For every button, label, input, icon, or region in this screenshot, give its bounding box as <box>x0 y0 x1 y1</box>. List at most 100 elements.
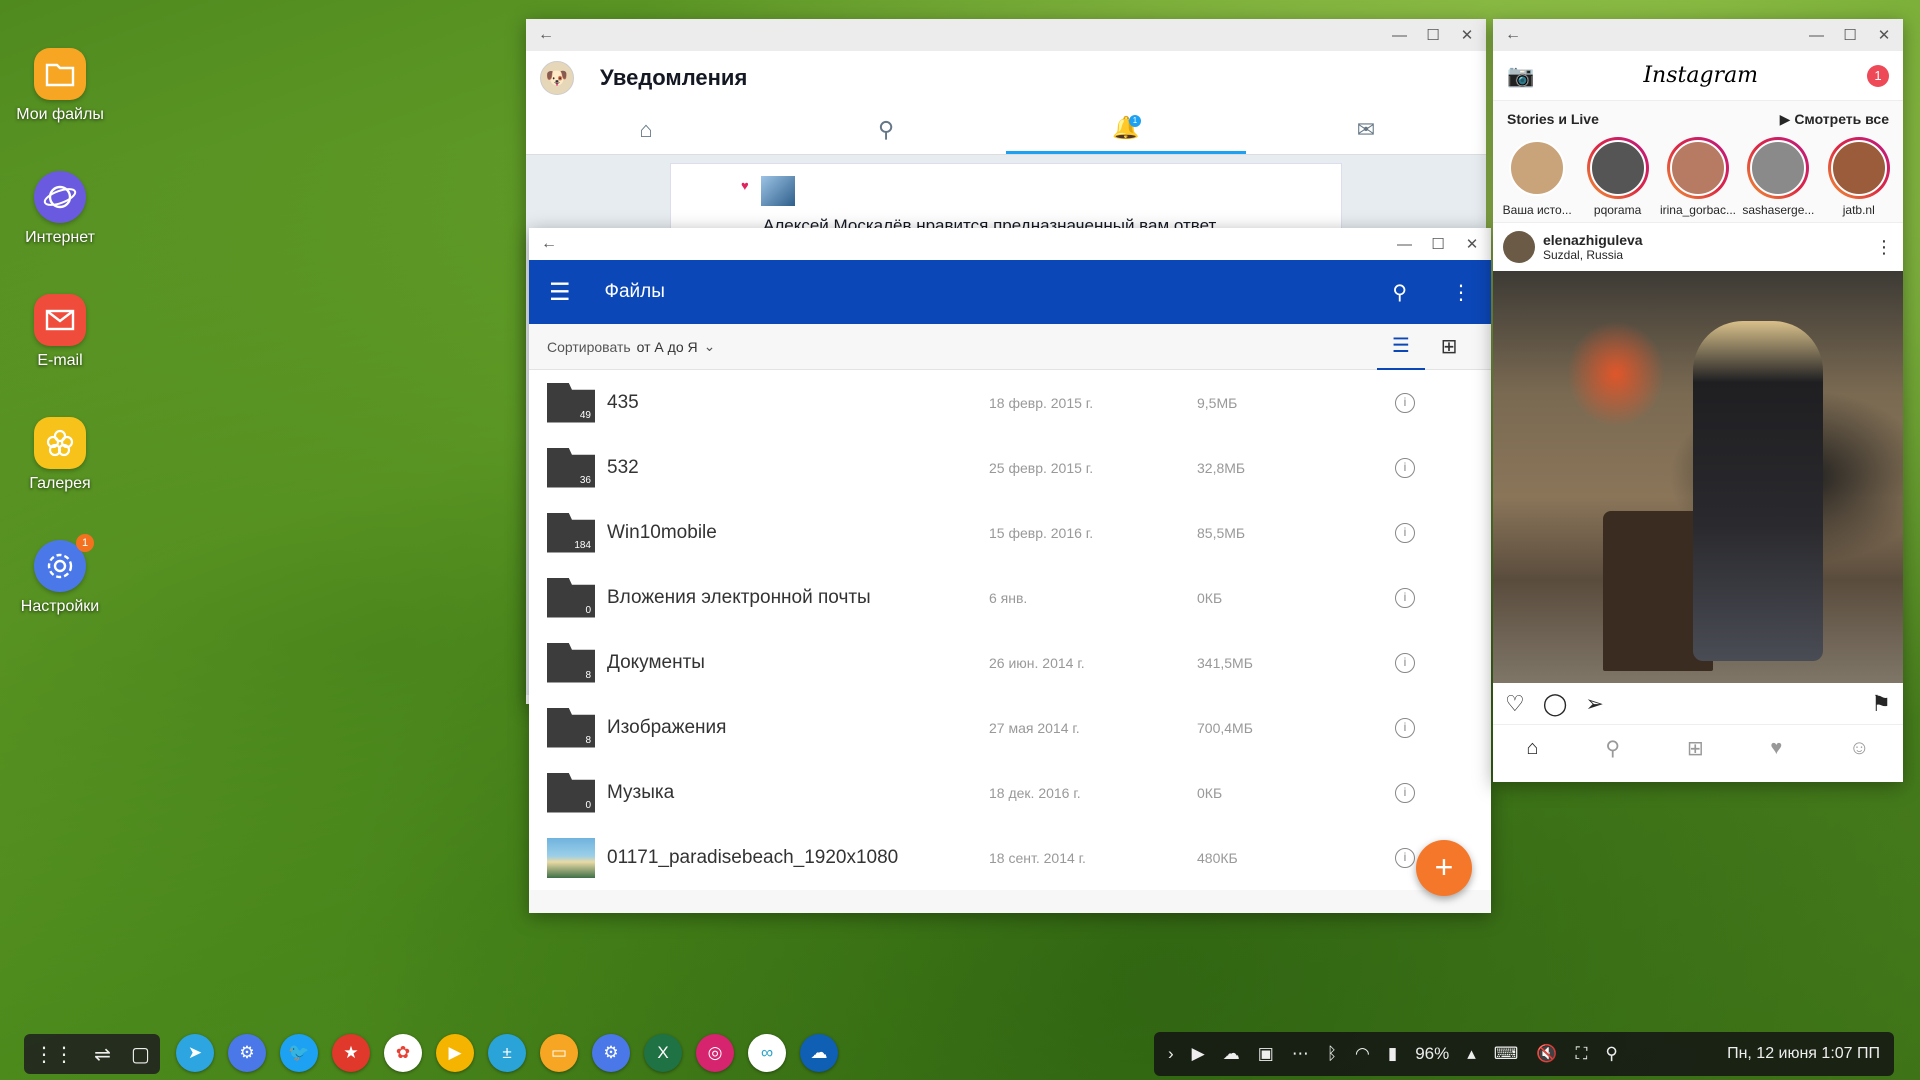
mute-icon[interactable]: 🔇 <box>1536 1044 1557 1064</box>
chevron-right-icon[interactable]: › <box>1168 1044 1174 1064</box>
chevron-down-icon[interactable]: ⌄ <box>704 338 716 355</box>
info-icon[interactable]: i <box>1395 522 1415 543</box>
desktop-icon-label: Мои файлы <box>16 106 104 123</box>
sort-dropdown[interactable]: от А до Я <box>637 339 698 355</box>
info-icon[interactable]: i <box>1395 587 1415 608</box>
more-vert-icon[interactable]: ⋮ <box>1451 280 1471 305</box>
file-row[interactable]: 01171_paradisebeach_1920x1080 18 сент. 20… <box>529 825 1491 890</box>
info-icon[interactable]: i <box>1395 652 1415 673</box>
twitter-icon[interactable]: 🐦 <box>280 1034 318 1072</box>
more-horiz-icon[interactable]: ⋯ <box>1292 1044 1309 1064</box>
back-arrow-icon[interactable]: ← <box>538 26 554 44</box>
add-post-icon[interactable]: ⊞ <box>1687 736 1704 761</box>
camera-icon[interactable]: 📷 <box>1507 63 1534 89</box>
back-arrow-icon[interactable]: ← <box>1505 26 1521 44</box>
close-icon[interactable]: ✕ <box>1460 26 1474 44</box>
hamburger-menu-icon[interactable]: ☰ <box>549 278 571 307</box>
screenshot-icon[interactable]: ⛶ <box>1576 1044 1588 1064</box>
heart-icon[interactable]: ♡ <box>1505 691 1525 717</box>
minimize-icon[interactable]: — <box>1397 236 1412 253</box>
grid-view-icon[interactable]: ⊞ <box>1425 324 1473 370</box>
desktop-icon-email[interactable]: E-mail <box>8 294 112 370</box>
close-icon[interactable]: ✕ <box>1465 235 1479 253</box>
post-username[interactable]: elenazhiguleva <box>1543 232 1643 248</box>
list-view-icon[interactable]: ☰ <box>1377 324 1425 370</box>
wifi-icon[interactable]: ◠ <box>1355 1044 1370 1064</box>
clock[interactable]: Пн, 12 июня 1:07 ПП <box>1727 1045 1880 1063</box>
recent-apps-icon[interactable]: ⇌ <box>94 1042 111 1067</box>
home-square-icon[interactable]: ▢ <box>131 1042 150 1067</box>
info-icon[interactable]: i <box>1395 717 1415 738</box>
file-row[interactable]: 0 Вложения электронной почты 6 янв. 0КБ i <box>529 565 1491 630</box>
bookmark-icon[interactable]: ⚑ <box>1871 691 1891 717</box>
file-row[interactable]: 8 Изображения 27 мая 2014 г. 700,4МБ i <box>529 695 1491 760</box>
heart-icon[interactable]: ♥ <box>1770 737 1782 760</box>
image-icon[interactable]: ▣ <box>1258 1044 1274 1064</box>
search-icon[interactable]: ⚲ <box>1605 736 1620 761</box>
instagram-icon[interactable]: ◎ <box>696 1034 734 1072</box>
post-photo[interactable] <box>1493 271 1903 683</box>
file-row[interactable]: 0 Музыка 18 дек. 2016 г. 0КБ i <box>529 760 1491 825</box>
desktop-icon-internet[interactable]: Интернет <box>8 171 112 247</box>
add-fab-button[interactable]: + <box>1416 840 1472 896</box>
avatar[interactable]: 🐶 <box>540 61 574 95</box>
info-icon[interactable]: i <box>1395 782 1415 803</box>
search-icon[interactable]: ⚲ <box>1605 1044 1617 1064</box>
folder-icon: 0 <box>547 772 595 813</box>
send-icon[interactable]: ➢ <box>1585 691 1603 717</box>
info-icon[interactable]: i <box>1395 847 1415 868</box>
photos-icon[interactable]: ✿ <box>384 1034 422 1072</box>
story-item[interactable]: pqorama <box>1579 137 1657 222</box>
profile-icon[interactable]: ☺ <box>1849 737 1869 760</box>
search-icon[interactable]: ⚲ <box>1392 280 1407 305</box>
info-icon[interactable]: i <box>1395 392 1415 413</box>
settings-icon[interactable]: ⚙ <box>592 1034 630 1072</box>
desktop-icon-gallery[interactable]: Галерея <box>8 417 112 493</box>
tab-messages[interactable]: ✉ <box>1246 105 1486 154</box>
minimize-icon[interactable]: — <box>1392 27 1407 44</box>
info-icon[interactable]: i <box>1395 457 1415 478</box>
infinity-icon[interactable]: ∞ <box>748 1034 786 1072</box>
post-location[interactable]: Suzdal, Russia <box>1543 248 1643 262</box>
telegram-icon[interactable]: ➤ <box>176 1034 214 1072</box>
story-item[interactable]: sashaserge... <box>1739 137 1817 222</box>
file-row[interactable]: 184 Win10mobile 15 февр. 2016 г. 85,5МБ i <box>529 500 1491 565</box>
back-arrow-icon[interactable]: ← <box>541 235 557 253</box>
minimize-icon[interactable]: — <box>1809 27 1824 44</box>
cloud-icon[interactable]: ☁ <box>1223 1044 1240 1064</box>
file-row[interactable]: 36 532 25 февр. 2015 г. 32,8МБ i <box>529 435 1491 500</box>
tab-home[interactable]: ⌂ <box>526 105 766 154</box>
notification-badge[interactable]: 1 <box>1867 64 1889 87</box>
folder-icon[interactable]: ▭ <box>540 1034 578 1072</box>
story-item[interactable]: jatb.nl <box>1820 137 1898 222</box>
apps-grid-icon[interactable]: ⋮⋮ <box>34 1042 74 1067</box>
comment-icon[interactable]: ◯ <box>1543 691 1568 717</box>
desktop-icon-settings[interactable]: 1 Настройки <box>8 534 112 616</box>
file-row[interactable]: 49 435 18 февр. 2015 г. 9,5МБ i <box>529 370 1491 435</box>
excel-icon[interactable]: X <box>644 1034 682 1072</box>
tab-notifications[interactable]: 🔔 1 <box>1006 105 1246 154</box>
tab-search[interactable]: ⚲ <box>766 105 1006 154</box>
story-item[interactable]: Ваша исто... <box>1498 137 1576 222</box>
settings-gear-icon[interactable]: ⚙ <box>228 1034 266 1072</box>
file-date: 27 мая 2014 г. <box>989 719 1080 736</box>
avatar[interactable] <box>1503 231 1535 263</box>
home-icon[interactable]: ⌂ <box>1526 737 1538 760</box>
close-icon[interactable]: ✕ <box>1877 26 1891 44</box>
desktop-icon-my-files[interactable]: Мои файлы <box>8 48 112 124</box>
file-row[interactable]: 8 Документы 26 июн. 2014 г. 341,5МБ i <box>529 630 1491 695</box>
story-item[interactable]: irina_gorbac... <box>1659 137 1737 222</box>
onedrive-icon[interactable]: ☁ <box>800 1034 838 1072</box>
more-vert-icon[interactable]: ⋮ <box>1875 237 1893 258</box>
watch-all-link[interactable]: ▶ Смотреть все <box>1780 111 1889 128</box>
play-icon[interactable]: ▶ <box>1192 1044 1205 1064</box>
calculator-icon[interactable]: ± <box>488 1034 526 1072</box>
maximize-icon[interactable]: ☐ <box>1843 26 1857 44</box>
chevron-up-icon[interactable]: ▴ <box>1467 1044 1476 1064</box>
play-music-icon[interactable]: ▶ <box>436 1034 474 1072</box>
maximize-icon[interactable]: ☐ <box>1431 235 1445 253</box>
maximize-icon[interactable]: ☐ <box>1426 26 1440 44</box>
keyboard-icon[interactable]: ⌨ <box>1494 1044 1519 1064</box>
wunderlist-icon[interactable]: ★ <box>332 1034 370 1072</box>
bluetooth-icon[interactable]: ᛒ <box>1327 1044 1337 1064</box>
